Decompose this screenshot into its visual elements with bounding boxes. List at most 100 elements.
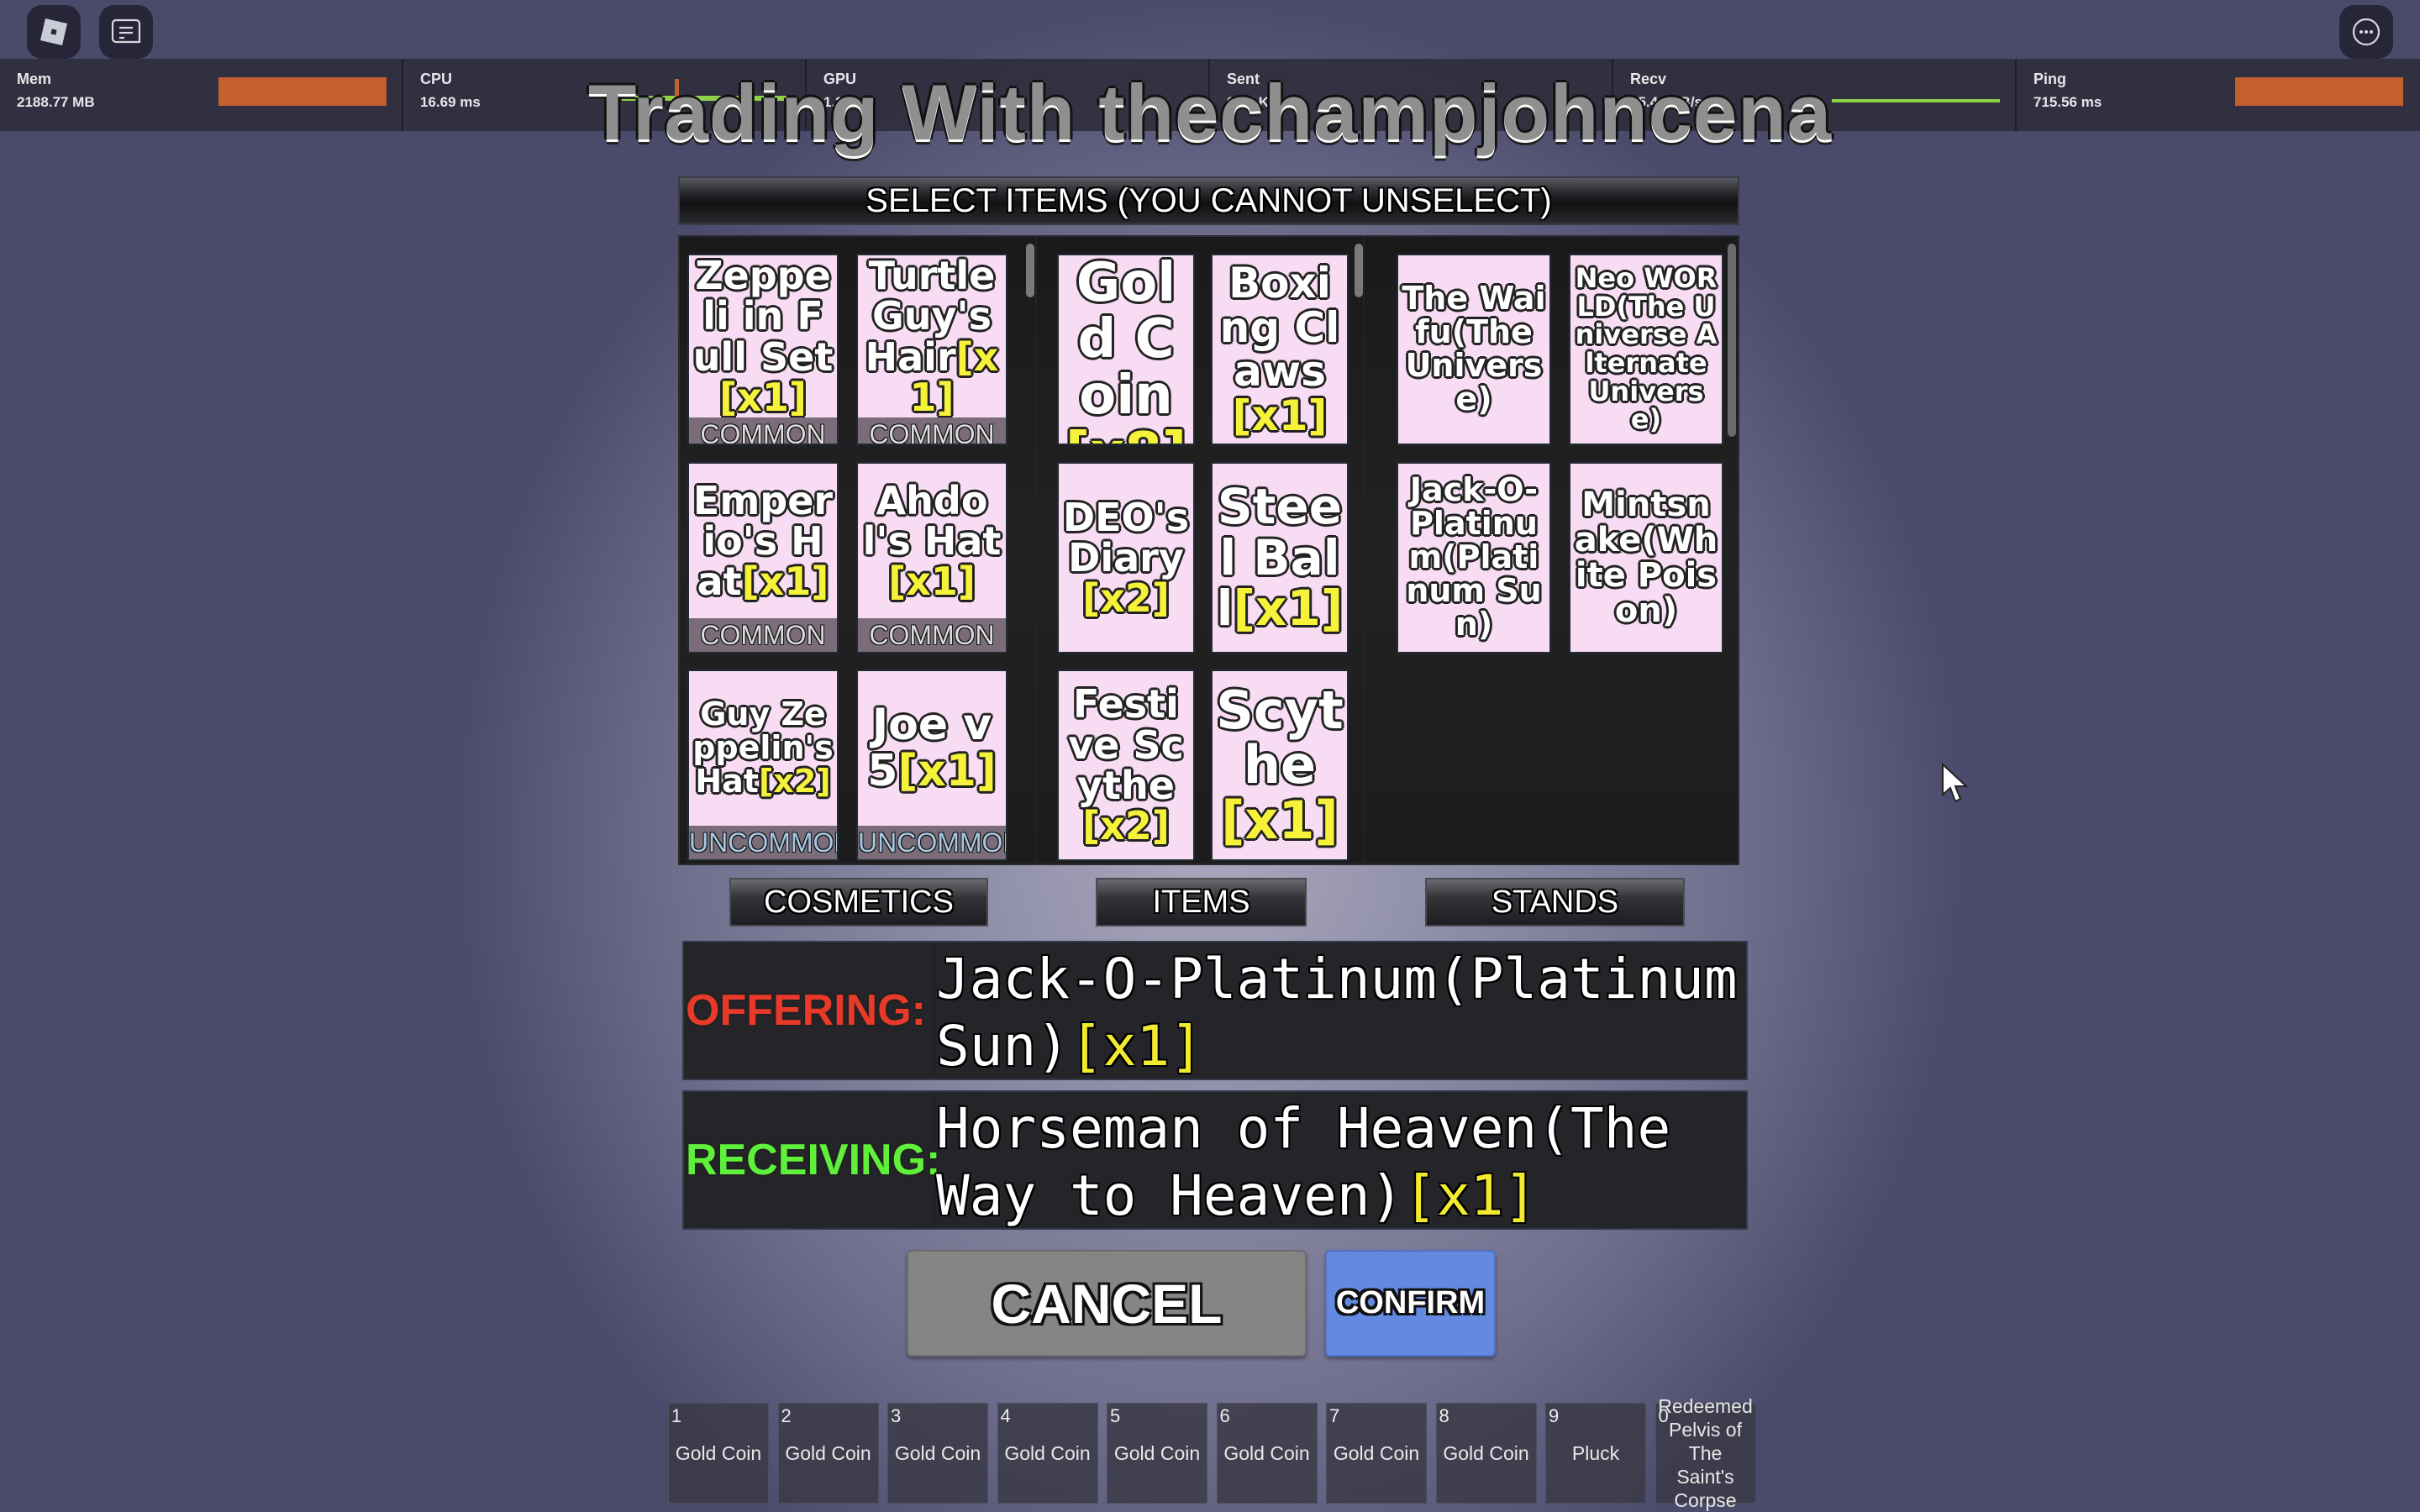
more-options-icon (2352, 18, 2381, 46)
hotbar-slot[interactable]: Gold Coin 4 (997, 1403, 1098, 1504)
confirm-button[interactable]: CONFIRM (1325, 1250, 1496, 1357)
item-name: Scythe (1216, 680, 1344, 796)
item-rarity: UNCOMMON (689, 826, 839, 859)
item-card-name: DEO's Diary[x2] (1059, 464, 1193, 652)
item-qty: [x1] (1232, 391, 1328, 440)
item-rarity: UNCOMMON (858, 826, 1007, 859)
item-card[interactable]: Joe v5[x1] UNCOMMON (856, 669, 1007, 861)
item-card[interactable]: Neo WORLD(The Universe Alternate Univers… (1569, 254, 1723, 445)
hotbar-slot-name: Gold Coin (1333, 1442, 1420, 1464)
item-name: Jack-O-Platinum(Platinum Sun) (1406, 471, 1542, 643)
hotbar-slot-name: Gold Coin (1113, 1442, 1201, 1464)
item-card[interactable]: Jack-O-Platinum(Platinum Sun) (1397, 462, 1551, 654)
item-card-name: Steel Ball[x1] (1213, 464, 1347, 652)
item-card[interactable]: Zeppeli in Full Set[x1] COMMON (687, 254, 839, 445)
item-qty: [x1] (1233, 580, 1344, 638)
hotbar-slot-key: 3 (891, 1405, 902, 1426)
hotbar-slot-key: 2 (781, 1405, 792, 1426)
mouse-cursor-icon (1942, 763, 1969, 803)
hotbar-slot[interactable]: Gold Coin 1 (668, 1403, 769, 1504)
item-qty: [x2] (758, 762, 831, 800)
offering-item-name: Jack-O-Platinum(Platinum Sun) (936, 947, 1738, 1079)
item-rarity: COMMON (858, 618, 1006, 652)
item-card-name: Jack-O-Platinum(Platinum Sun) (1398, 464, 1549, 652)
item-card[interactable]: Festive Scythe[x2] (1057, 669, 1195, 861)
item-card-name: Guy Zeppelin's Hat[x2] (689, 671, 837, 826)
chat-icon (111, 18, 141, 44)
hotbar-slot-key: 0 (1658, 1405, 1669, 1426)
hotbar-slot-key: 1 (671, 1405, 682, 1426)
item-card[interactable]: Emperio's Hat[x1] COMMON (687, 462, 839, 654)
item-card-name: Neo WORLD(The Universe Alternate Univers… (1570, 255, 1722, 444)
hotbar-slot[interactable]: Pluck 9 (1545, 1403, 1646, 1504)
roblox-menu-button[interactable] (27, 5, 81, 59)
item-qty: [x1] (897, 746, 997, 796)
offering-item-qty: [x1] (1069, 1014, 1203, 1079)
hotbar-slot[interactable]: Gold Coin 7 (1326, 1403, 1427, 1504)
receiving-label: RECEIVING: (684, 1092, 940, 1228)
tab-items[interactable]: ITEMS (1096, 878, 1307, 927)
hotbar-slot-key: 6 (1219, 1405, 1230, 1426)
roblox-logo-icon (40, 18, 67, 45)
chat-button[interactable] (99, 5, 153, 59)
item-card[interactable]: The Waifu(The Universe) (1397, 254, 1551, 445)
item-card-name: Ahdol's Hat[x1] (858, 464, 1006, 618)
item-card[interactable]: Turtle Guy's Hair[x1] COMMON (856, 254, 1007, 445)
tab-stands[interactable]: STANDS (1425, 878, 1685, 927)
item-card[interactable]: Ahdol's Hat[x1] COMMON (856, 462, 1007, 654)
item-card-name: Mintsnake(White Poison) (1570, 464, 1722, 652)
cancel-button[interactable]: CANCEL (907, 1250, 1307, 1357)
item-card[interactable]: Mintsnake(White Poison) (1569, 462, 1723, 654)
cosmetics-section: Zeppeli in Full Set[x1] COMMON Turtle Guy'… (680, 237, 1037, 864)
item-name: Zeppeli in Full Set (692, 254, 834, 380)
item-qty: [x1] (719, 374, 807, 420)
hotbar-slot[interactable]: Gold Coin 8 (1435, 1403, 1537, 1504)
item-qty: [x8] (1065, 422, 1186, 444)
receiving-item-name: Horseman of Heaven(The Way to Heaven) (936, 1096, 1671, 1228)
item-card-name: Boxing Claws[x1] (1213, 255, 1347, 444)
item-card-name: Emperio's Hat[x1] (689, 464, 837, 618)
items-scrollbar[interactable] (1355, 244, 1363, 297)
hotbar-slot-name: Gold Coin (1004, 1442, 1091, 1464)
receiving-row: RECEIVING: Horseman of Heaven(The Way to… (682, 1090, 1748, 1230)
item-qty: [x1] (1221, 789, 1339, 851)
item-card-name: Scythe[x1] (1213, 671, 1347, 859)
item-name: DEO's Diary (1062, 494, 1190, 580)
receiving-item-qty: [x1] (1403, 1163, 1538, 1228)
item-card[interactable]: DEO's Diary[x2] (1057, 462, 1195, 654)
item-card[interactable]: Guy Zeppelin's Hat[x2] UNCOMMON (687, 669, 839, 861)
item-name: Mintsnake(White Poison) (1574, 486, 1718, 630)
item-qty: [x1] (741, 559, 829, 605)
item-name: Neo WORLD(The Universe Alternate Univers… (1575, 262, 1718, 436)
item-card-name: Joe v5[x1] (858, 671, 1006, 826)
hotbar-slot-name: Gold Coin (1223, 1442, 1310, 1464)
hotbar-slot-name: Redeemed Pelvis of The Saint's Corpse (1658, 1395, 1753, 1511)
more-options-button[interactable] (2339, 5, 2393, 59)
item-rarity: COMMON (689, 618, 837, 652)
item-card[interactable]: Scythe[x1] (1211, 669, 1349, 861)
hotbar-slot[interactable]: Gold Coin 5 (1107, 1403, 1207, 1504)
receiving-item: Horseman of Heaven(The Way to Heaven)[x1… (936, 1095, 1741, 1230)
hotbar-slot[interactable]: Redeemed Pelvis of The Saint's Corpse 0 (1655, 1395, 1756, 1511)
item-name: The Waifu(The Universe) (1402, 280, 1546, 417)
hotbar-slot-name: Gold Coin (785, 1442, 871, 1464)
select-items-header: SELECT ITEMS (YOU CANNOT UNSELECT) (678, 176, 1739, 225)
hotbar-slot[interactable]: Gold Coin 2 (777, 1403, 879, 1504)
item-grid-panel: Zeppeli in Full Set[x1] COMMON Turtle Guy'… (678, 235, 1739, 865)
item-card[interactable]: Boxing Claws[x1] (1211, 254, 1349, 445)
hotbar-slot[interactable]: Gold Coin 6 (1216, 1403, 1318, 1504)
stands-scrollbar[interactable] (1728, 244, 1736, 437)
tab-cosmetics[interactable]: COSMETICS (729, 878, 988, 927)
items-section: Gold Coin[x8]Boxing Claws[x1]DEO's Diary… (1037, 237, 1365, 864)
item-card-name: The Waifu(The Universe) (1398, 255, 1549, 444)
item-name: Ahdol's Hat (862, 477, 1002, 564)
item-card[interactable]: Steel Ball[x1] (1211, 462, 1349, 654)
hotbar-slot-key: 8 (1439, 1405, 1449, 1426)
item-qty: [x1] (888, 559, 976, 605)
hotbar-slot-key: 7 (1329, 1405, 1340, 1426)
hotbar-slot[interactable]: Gold Coin 3 (887, 1403, 988, 1504)
hotbar-slot-name: Gold Coin (894, 1442, 981, 1464)
item-card[interactable]: Gold Coin[x8] (1057, 254, 1195, 445)
cosmetics-scrollbar[interactable] (1026, 244, 1034, 297)
offering-row: OFFERING: Jack-O-Platinum(Platinum Sun)[… (682, 941, 1748, 1080)
